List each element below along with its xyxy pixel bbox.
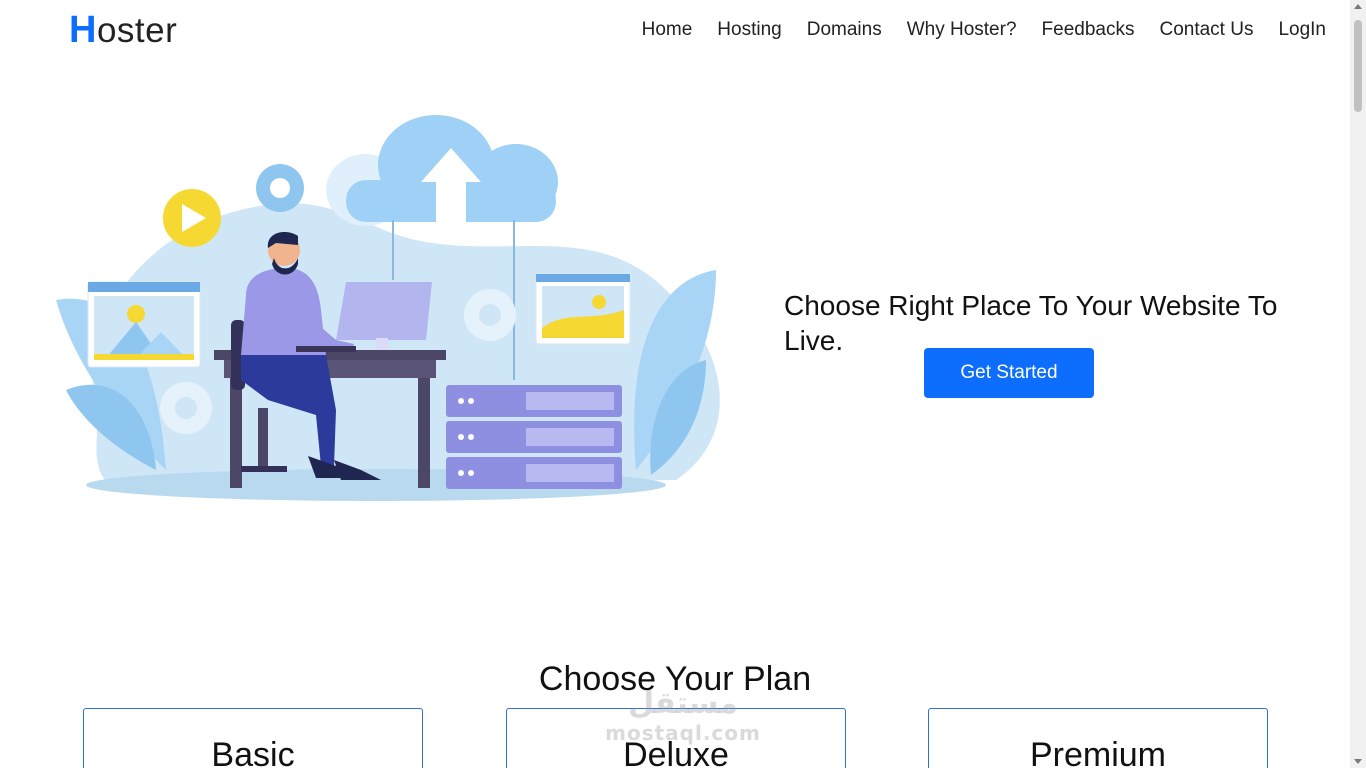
nav-hosting[interactable]: Hosting (717, 17, 781, 43)
watermark-url: mostaql.com (605, 721, 761, 745)
hero-illustration (56, 115, 720, 501)
scroll-thumb[interactable] (1354, 20, 1362, 112)
plan-card-premium[interactable]: Premium (928, 708, 1268, 768)
nav-domains[interactable]: Domains (807, 17, 882, 43)
gear-icon (464, 289, 516, 341)
image-card-icon (535, 273, 631, 345)
nav-feedbacks[interactable]: Feedbacks (1042, 17, 1135, 43)
logo-initial: H (69, 9, 97, 51)
scroll-up-arrow-icon[interactable] (1354, 4, 1362, 9)
server-rack-icon (446, 385, 622, 489)
plan-card-basic[interactable]: Basic (83, 708, 423, 768)
get-started-button[interactable]: Get Started (924, 348, 1094, 398)
logo-text: oster (96, 11, 178, 50)
watermark: مستقل mostaql.com (598, 686, 768, 744)
gear-icon (256, 164, 304, 212)
watermark-arabic: مستقل (628, 686, 738, 721)
plan-name: Basic (211, 736, 295, 768)
image-card-icon (87, 281, 201, 368)
main-nav: Home Hosting Domains Why Hoster? Feedbac… (617, 17, 1326, 43)
vertical-scrollbar[interactable] (1350, 0, 1366, 768)
site-logo[interactable]: Hoster (69, 10, 177, 51)
scroll-down-arrow-icon[interactable] (1354, 759, 1362, 764)
play-icon (163, 189, 221, 247)
nav-home[interactable]: Home (642, 17, 693, 43)
nav-contact-us[interactable]: Contact Us (1159, 17, 1253, 43)
plan-name: Premium (1029, 736, 1167, 768)
cloud-upload-icon (326, 115, 558, 226)
gear-icon (160, 382, 212, 434)
nav-login[interactable]: LogIn (1278, 17, 1326, 43)
nav-why-hoster[interactable]: Why Hoster? (907, 17, 1017, 43)
